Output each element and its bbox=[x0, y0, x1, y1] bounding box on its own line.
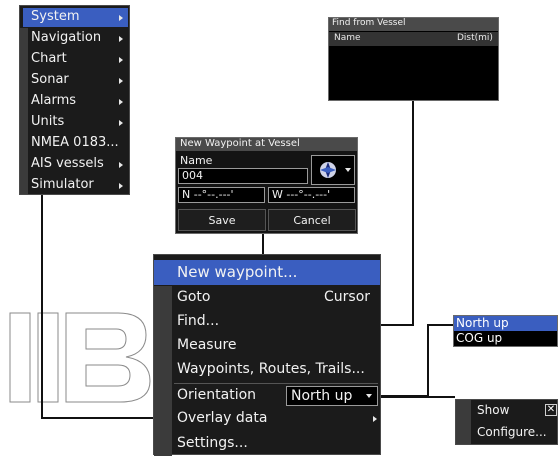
dropdown-option-label: North up bbox=[456, 316, 509, 330]
menu-item-label: Simulator bbox=[31, 177, 94, 192]
menu-item-label: AIS vessels bbox=[31, 156, 104, 171]
dropdown-option-cog-up[interactable]: COG up bbox=[454, 331, 557, 346]
submenu-arrow-icon bbox=[119, 36, 123, 42]
cancel-button-label: Cancel bbox=[293, 214, 331, 227]
menu-item-label: Navigation bbox=[31, 30, 102, 45]
menu-item-label: Measure bbox=[177, 337, 237, 353]
menu-divider bbox=[174, 383, 378, 384]
menu-item-label: Orientation bbox=[177, 387, 257, 403]
connector-line bbox=[427, 324, 429, 397]
main-menu-gutter bbox=[154, 286, 172, 456]
dropdown-option-label: COG up bbox=[456, 331, 503, 345]
menu-item-label: Units bbox=[31, 114, 65, 129]
submenu-arrow-icon bbox=[119, 183, 123, 189]
menu-item-label: NMEA 0183... bbox=[31, 135, 119, 150]
waypoint-symbol-button[interactable] bbox=[311, 155, 355, 185]
waypoint-name-field[interactable]: 004 bbox=[178, 168, 308, 184]
menu-item-value: Cursor bbox=[324, 289, 371, 305]
checkbox-checked-icon[interactable]: ✕ bbox=[545, 404, 557, 416]
menu-item-label: System bbox=[31, 9, 80, 24]
find-results-list[interactable] bbox=[329, 46, 498, 100]
menu-item-label: Waypoints, Routes, Trails... bbox=[177, 361, 365, 377]
overlay-show-label: Show bbox=[477, 403, 510, 417]
find-dialog: Find from Vessel Name Dist(mi) bbox=[328, 17, 499, 101]
overlay-configure-label: Configure... bbox=[477, 425, 547, 439]
column-header-distance: Dist(mi) bbox=[457, 33, 493, 43]
brand-logo-watermark bbox=[9, 312, 151, 403]
orientation-select-value: North up bbox=[291, 388, 353, 404]
main-context-menu: New waypoint... Goto Cursor Find... Meas… bbox=[153, 254, 381, 456]
submenu-arrow-icon bbox=[119, 162, 123, 168]
find-dialog-titlebar: Find from Vessel bbox=[329, 18, 498, 31]
menu-item-label: Find... bbox=[177, 313, 220, 329]
submenu-arrow-icon bbox=[373, 416, 377, 422]
latitude-field[interactable]: N --°--.---' bbox=[178, 187, 265, 203]
submenu-arrow-icon bbox=[119, 78, 123, 84]
submenu-arrow-icon bbox=[119, 120, 123, 126]
connector-line bbox=[41, 194, 43, 419]
chevron-down-icon bbox=[366, 394, 372, 398]
save-button-label: Save bbox=[208, 214, 236, 227]
waypoint-symbol-icon bbox=[320, 162, 336, 178]
orientation-dropdown-list: North up COG up bbox=[453, 315, 558, 347]
cancel-button[interactable]: Cancel bbox=[268, 209, 356, 231]
submenu-arrow-icon bbox=[119, 99, 123, 105]
submenu-arrow-icon bbox=[119, 15, 123, 21]
settings-menu-gutter bbox=[20, 28, 28, 194]
name-label: Name bbox=[180, 154, 213, 167]
overlay-submenu: Show ✕ Configure... bbox=[455, 399, 558, 445]
connector-line bbox=[427, 324, 453, 326]
longitude-value: W ---°--.---' bbox=[272, 188, 331, 201]
dropdown-option-north-up[interactable]: North up bbox=[454, 316, 557, 331]
submenu-arrow-icon bbox=[119, 57, 123, 63]
menu-item-label: Settings... bbox=[177, 435, 248, 451]
find-dialog-title: Find from Vessel bbox=[332, 18, 406, 28]
save-button[interactable]: Save bbox=[178, 209, 266, 231]
connector-line bbox=[412, 100, 414, 326]
new-waypoint-dialog: New Waypoint at Vessel Name 004 N --°--.… bbox=[175, 137, 358, 234]
overlay-submenu-gutter bbox=[456, 400, 471, 444]
menu-item-label: New waypoint... bbox=[177, 263, 298, 281]
orientation-select[interactable]: North up bbox=[286, 386, 378, 406]
latitude-value: N --°--.---' bbox=[182, 188, 234, 201]
connector-line bbox=[262, 233, 264, 255]
find-dialog-header: Name Dist(mi) bbox=[329, 32, 498, 46]
column-header-name: Name bbox=[334, 33, 361, 43]
menu-item-label: Sonar bbox=[31, 72, 69, 87]
menu-item-label: Overlay data bbox=[177, 410, 268, 426]
chevron-down-icon bbox=[345, 168, 351, 172]
menu-item-label: Alarms bbox=[31, 93, 77, 108]
longitude-field[interactable]: W ---°--.---' bbox=[268, 187, 355, 203]
settings-menu: System Navigation Chart Sonar Alarms Uni… bbox=[19, 5, 130, 195]
menu-item-label: Goto bbox=[177, 289, 211, 305]
waypoint-dialog-titlebar: New Waypoint at Vessel bbox=[176, 138, 357, 151]
menu-item-label: Chart bbox=[31, 51, 67, 66]
waypoint-name-value: 004 bbox=[182, 169, 203, 182]
waypoint-dialog-title: New Waypoint at Vessel bbox=[180, 138, 300, 149]
